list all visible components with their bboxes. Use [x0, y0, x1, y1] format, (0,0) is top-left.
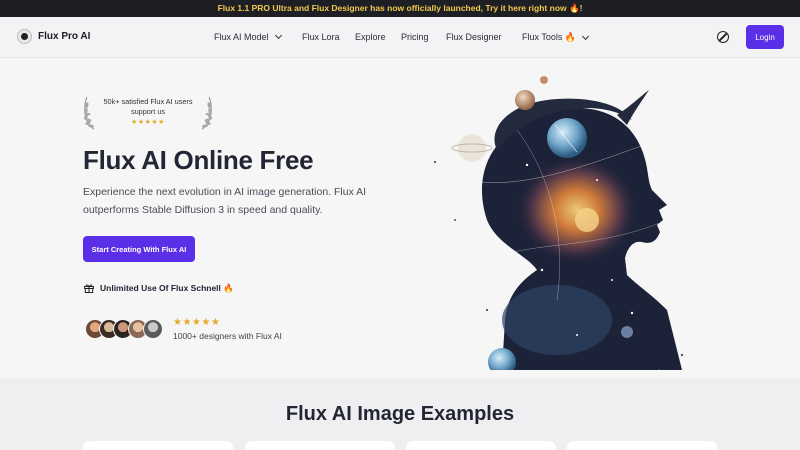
- nav-item-label: Flux Designer: [446, 32, 502, 42]
- nav-item-explore[interactable]: Explore: [355, 32, 386, 42]
- nav-item-flux-ai-model[interactable]: Flux AI Model: [214, 31, 282, 42]
- nav-item-pricing[interactable]: Pricing: [401, 32, 429, 42]
- top-navbar: Flux Pro AI Flux AI Model Flux Lora Expl…: [0, 17, 800, 58]
- example-card[interactable]: [83, 441, 233, 450]
- chevron-down-icon: [274, 31, 282, 40]
- badge-stars: ★★★★★: [131, 119, 165, 126]
- login-button[interactable]: Login: [746, 25, 784, 49]
- examples-title: Flux AI Image Examples: [285, 403, 515, 425]
- gift-icon: [84, 284, 94, 293]
- hero-section: 50k+ satisfied Flux AI users support us …: [0, 58, 800, 378]
- proof-stars: ★★★★★: [173, 317, 221, 328]
- example-card[interactable]: [406, 441, 556, 450]
- feature-label: Unlimited Use Of Flux Schnell 🔥: [100, 283, 234, 293]
- announcement-bar[interactable]: Flux 1.1 PRO Ultra and Flux Designer has…: [0, 0, 800, 17]
- feature-unlimited-schnell: Unlimited Use Of Flux Schnell 🔥: [84, 283, 234, 294]
- brand[interactable]: Flux Pro AI: [17, 29, 90, 44]
- announcement-text[interactable]: Flux 1.1 PRO Ultra and Flux Designer has…: [218, 3, 583, 14]
- nav-item-flux-designer[interactable]: Flux Designer: [446, 32, 502, 42]
- designer-avatars: [85, 319, 167, 339]
- nav-item-flux-lora[interactable]: Flux Lora: [302, 32, 340, 42]
- flux-logo-icon: [17, 29, 32, 44]
- laurel-right-icon: [201, 96, 213, 130]
- example-card[interactable]: [245, 441, 395, 450]
- proof-text: 1000+ designers with Flux AI: [173, 331, 282, 341]
- nav-item-flux-tools[interactable]: Flux Tools 🔥: [522, 32, 590, 43]
- brand-name: Flux Pro AI: [38, 31, 91, 42]
- examples-section: Flux AI Image Examples: [0, 378, 800, 450]
- theme-toggle-icon[interactable]: [717, 31, 729, 43]
- example-card[interactable]: [567, 441, 717, 450]
- start-creating-button[interactable]: Start Creating With Flux AI: [83, 236, 195, 262]
- avatar: [143, 319, 163, 339]
- hero-illustration: [434, 76, 684, 370]
- nav-item-label: Flux Tools 🔥: [522, 32, 577, 42]
- nav-item-label: Explore: [355, 32, 386, 42]
- users-badge: 50k+ satisfied Flux AI users support us …: [83, 94, 213, 134]
- badge-text: 50k+ satisfied Flux AI users support us: [103, 97, 193, 116]
- hero-title: Flux AI Online Free: [83, 145, 314, 175]
- chevron-down-icon: [582, 32, 590, 40]
- hero-subtitle: Experience the next evolution in AI imag…: [83, 186, 367, 216]
- nav-item-label: Flux Lora: [302, 32, 340, 42]
- nav-item-label: Pricing: [401, 32, 429, 42]
- nav-item-label: Flux AI Model: [214, 32, 269, 42]
